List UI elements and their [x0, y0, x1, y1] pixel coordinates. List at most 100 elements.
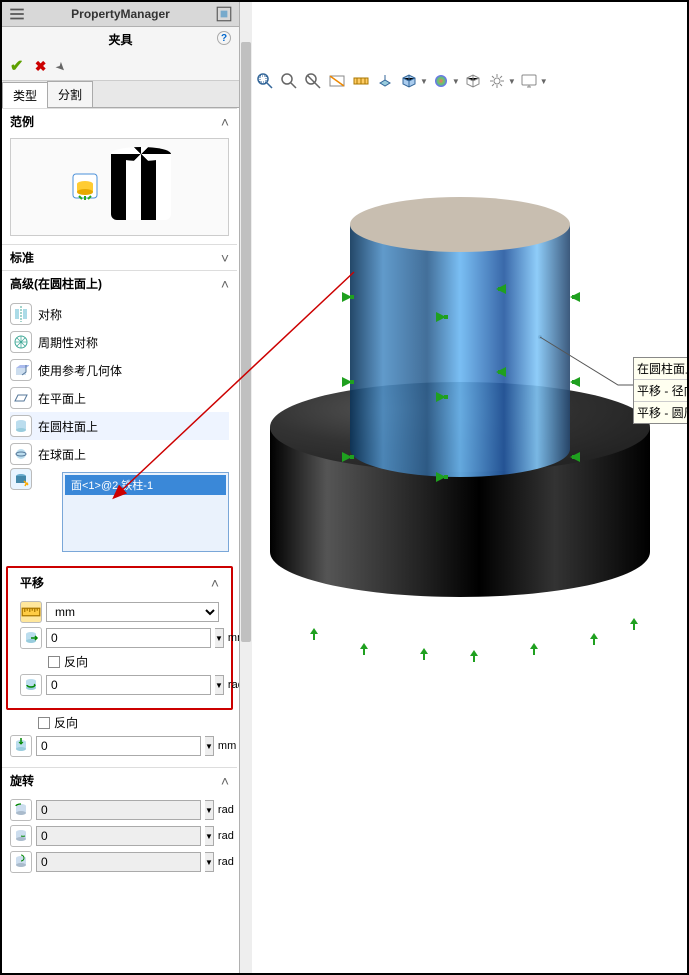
axial-value-input[interactable]	[36, 736, 201, 756]
radial-icon	[20, 627, 42, 649]
section-rotate-header[interactable]: 旋转 ˄	[2, 768, 237, 793]
fixture-title-row: 夹具 ?	[2, 27, 239, 52]
orientation-icon[interactable]	[374, 70, 396, 92]
dropdown-arrow-icon[interactable]: ▼	[205, 852, 214, 872]
unit-rad-label: rad	[228, 679, 239, 691]
help-icon[interactable]: ?	[217, 31, 231, 45]
dropdown-arrow-icon[interactable]: ▼	[215, 628, 224, 648]
app-frame: PropertyManager 夹具 ? ✔ ✖ ➤ 类型 分割 范例 ˄	[0, 0, 689, 975]
unit-mm-label: mm	[228, 632, 239, 644]
dd-icon[interactable]: ▼	[508, 77, 516, 86]
callout-row2: 平移 - 径向 (	[634, 380, 689, 402]
circumferential-icon	[20, 674, 42, 696]
view-toolbar: ▼ ▼ ▼ ▼	[254, 70, 677, 92]
chevron-up-icon: ˄	[221, 114, 229, 130]
pm-header: PropertyManager	[2, 2, 239, 27]
option-periodic-label: 周期性对称	[38, 334, 98, 351]
zoom-fit-icon[interactable]	[278, 70, 300, 92]
tab-type[interactable]: 类型	[2, 82, 48, 108]
zoom-window-icon[interactable]	[254, 70, 276, 92]
dropdown-arrow-icon[interactable]: ▼	[215, 675, 224, 695]
measure-icon[interactable]	[350, 70, 372, 92]
chevron-up-icon: ˄	[221, 773, 229, 789]
section-advanced-title: 高级(在圆柱面上)	[10, 275, 102, 292]
dropdown-arrow-icon[interactable]: ▼	[205, 826, 214, 846]
tab-split[interactable]: 分割	[47, 81, 93, 107]
checker-cylinder-icon	[111, 147, 171, 227]
pm-title: PropertyManager	[26, 7, 215, 21]
chevron-down-icon: ˅	[221, 250, 229, 266]
screen-icon[interactable]	[518, 70, 540, 92]
cancel-button[interactable]: ✖	[35, 58, 47, 74]
dd-icon[interactable]: ▼	[420, 77, 428, 86]
plane-icon	[10, 387, 32, 409]
section-view-icon[interactable]	[326, 70, 348, 92]
reverse1-row[interactable]: 反向	[20, 651, 219, 672]
unit-mm-label: mm	[218, 740, 239, 752]
checkbox-icon[interactable]	[38, 717, 50, 729]
circum-value-input[interactable]	[46, 675, 211, 695]
ref-geom-icon	[10, 359, 32, 381]
option-plane-label: 在平面上	[38, 390, 86, 407]
checkbox-icon[interactable]	[48, 656, 60, 668]
section-standard-title: 标准	[10, 249, 34, 266]
pin-panel-icon[interactable]	[215, 5, 233, 23]
ok-button[interactable]: ✔	[10, 58, 23, 75]
ruler-icon	[20, 601, 42, 623]
rot-radial-icon	[10, 799, 32, 821]
option-cyl-label: 在圆柱面上	[38, 418, 98, 435]
unit-dropdown[interactable]: mm	[46, 602, 219, 622]
option-geom-label: 使用参考几何体	[38, 362, 122, 379]
symmetry-icon	[10, 303, 32, 325]
rot1-input[interactable]	[36, 800, 201, 820]
rot3-input[interactable]	[36, 852, 201, 872]
section-example-title: 范例	[10, 113, 34, 130]
face-select-icon[interactable]	[10, 468, 32, 490]
translate-highlight-box: 平移 ˄ mm ▼ mm 反向	[6, 566, 233, 710]
section-translate-header[interactable]: 平移 ˄	[12, 570, 227, 595]
section-standard-header[interactable]: 标准 ˅	[2, 245, 237, 270]
callout-box: 在圆柱面上: 平移 - 径向 ( 平移 - 圆周	[633, 357, 689, 424]
radial-value-input[interactable]	[46, 628, 211, 648]
pushpin-icon[interactable]: ➤	[52, 58, 69, 75]
section-rotate-title: 旋转	[10, 772, 34, 789]
reverse2-label: 反向	[54, 714, 78, 731]
panel-body: 范例 ˄ 标准	[2, 108, 239, 973]
dd-icon[interactable]: ▼	[452, 77, 460, 86]
cylinder-face-icon	[10, 415, 32, 437]
section-translate-title: 平移	[20, 574, 44, 591]
action-row: ✔ ✖ ➤	[2, 52, 239, 81]
annotation-arrow	[114, 272, 374, 502]
fixture-title: 夹具	[108, 33, 132, 47]
rot2-input[interactable]	[36, 826, 201, 846]
rot-axial-icon	[10, 851, 32, 873]
unit-rad-label: rad	[218, 856, 239, 868]
section-example-header[interactable]: 范例 ˄	[2, 109, 237, 134]
display-style-icon[interactable]	[398, 70, 420, 92]
viewport[interactable]: ▼ ▼ ▼ ▼	[240, 2, 687, 973]
rot-circum-icon	[10, 825, 32, 847]
chevron-up-icon: ˄	[211, 575, 219, 591]
option-symmetry-label: 对称	[38, 306, 62, 323]
collapse-icon[interactable]	[8, 5, 26, 23]
sphere-icon	[10, 443, 32, 465]
dropdown-arrow-icon[interactable]: ▼	[205, 736, 214, 756]
top-cylinder[interactable]	[350, 197, 570, 477]
zoom-prev-icon[interactable]	[302, 70, 324, 92]
dd-icon[interactable]: ▼	[540, 77, 548, 86]
example-thumbnail	[10, 138, 229, 236]
view-settings-icon[interactable]	[486, 70, 508, 92]
unit-rad-label: rad	[218, 830, 239, 842]
edit-appearance-icon[interactable]	[430, 70, 452, 92]
reverse1-label: 反向	[64, 653, 88, 670]
option-sphere-label: 在球面上	[38, 446, 86, 463]
axial-icon	[10, 735, 32, 757]
callout-row1: 在圆柱面上:	[634, 358, 689, 380]
fixture-icon	[69, 170, 101, 205]
callout-row3: 平移 - 圆周	[634, 402, 689, 423]
dropdown-arrow-icon[interactable]: ▼	[205, 800, 214, 820]
periodic-icon	[10, 331, 32, 353]
tab-row: 类型 分割	[2, 81, 239, 108]
reverse2-row[interactable]: 反向	[10, 712, 229, 733]
cube-icon[interactable]	[462, 70, 484, 92]
